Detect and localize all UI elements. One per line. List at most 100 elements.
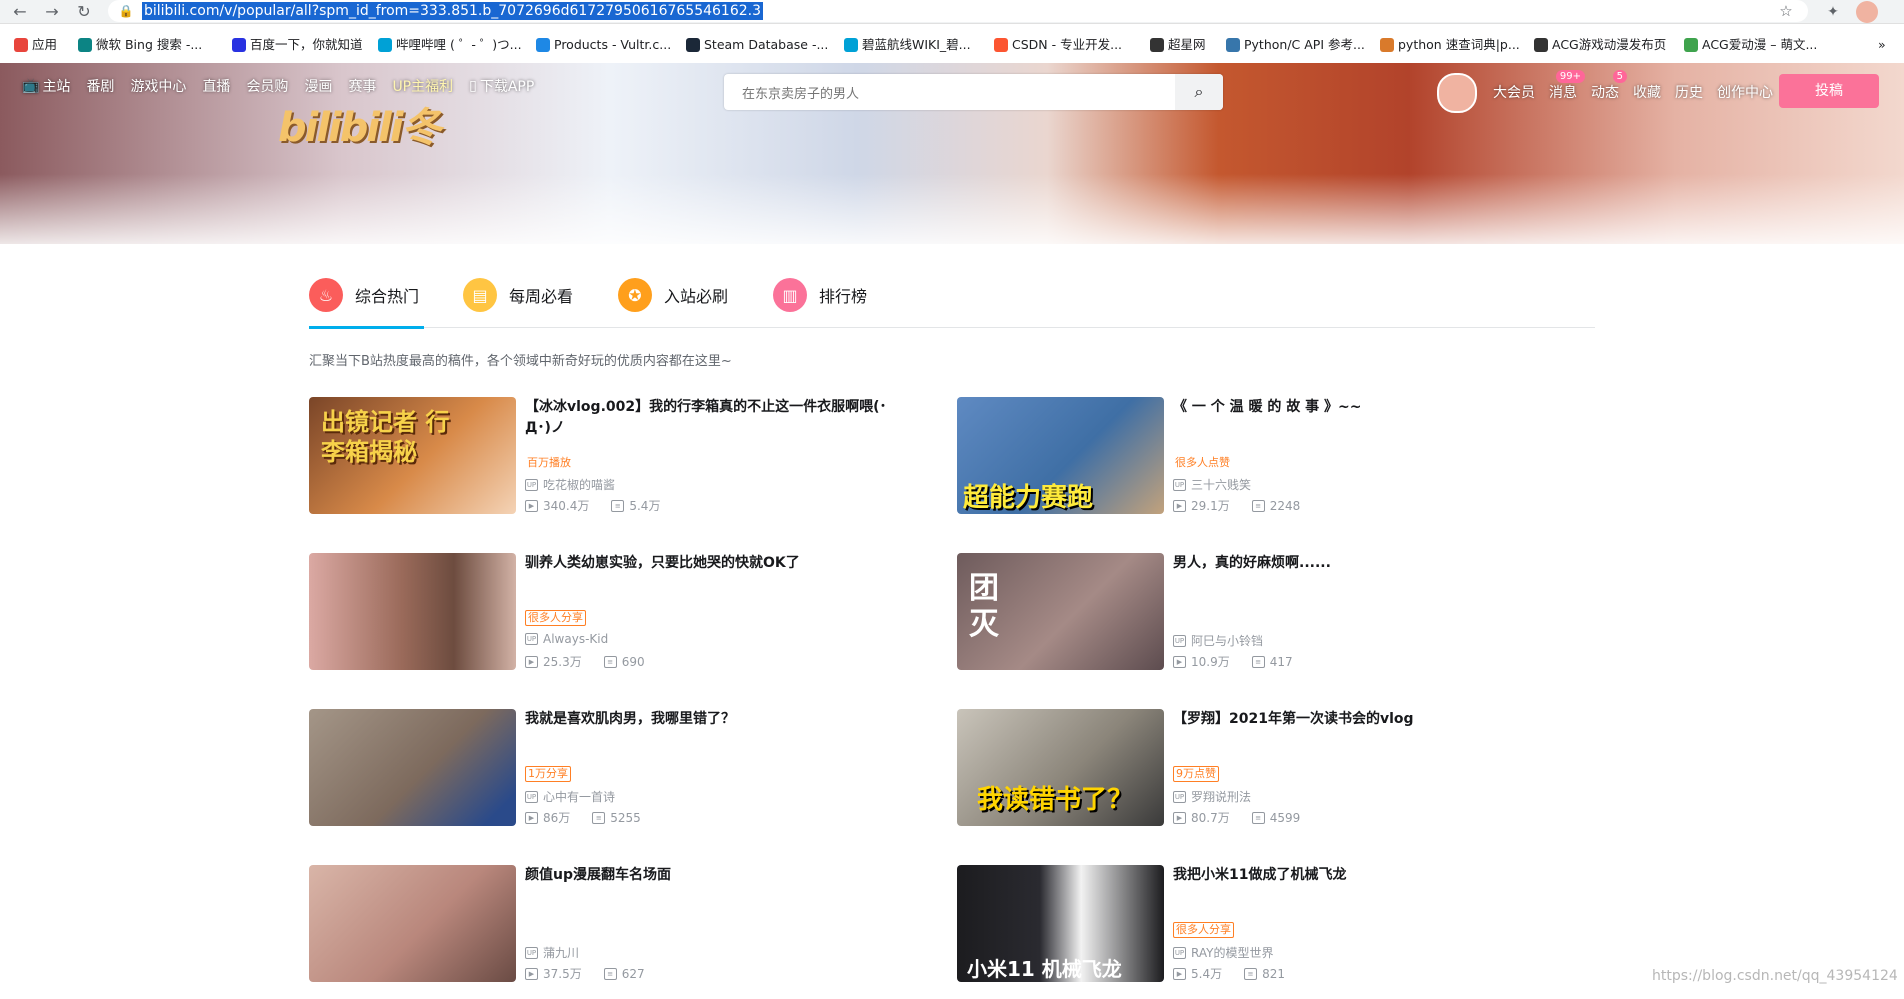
- bookmarks-overflow-icon[interactable]: »: [1878, 36, 1886, 54]
- video-uploader[interactable]: UP 心中有一首诗: [525, 788, 615, 805]
- tab-comprehensive-hot[interactable]: ♨ 综合热门: [309, 265, 419, 325]
- video-title[interactable]: 颜值up漫展翻车名场面: [525, 865, 905, 886]
- nav-anime[interactable]: 番剧: [86, 76, 114, 96]
- video-thumbnail[interactable]: 小米11 机械飞龙: [957, 865, 1164, 982]
- video-card[interactable]: 我读错书了？ 【罗翔】2021年第一次读书会的vlog 9万点赞 UP 罗翔说刑法…: [957, 709, 1577, 826]
- video-thumbnail[interactable]: [309, 865, 516, 982]
- video-uploader[interactable]: UP Always-Kid: [525, 632, 608, 646]
- video-card[interactable]: 超能力赛跑 《 一 个 温 暖 的 故 事 》~~ 很多人点赞 UP 三十六贱笑 …: [957, 397, 1577, 514]
- nav-creator-center[interactable]: 创作中心: [1717, 82, 1773, 102]
- bookmark-python-dict[interactable]: python 速查词典|p...: [1380, 36, 1520, 54]
- video-card[interactable]: 团灭 男人，真的好麻烦啊...... UP 阿巳与小铃铛 ▶ 10.9万 ≡ 417: [957, 553, 1577, 670]
- up-icon: UP: [1173, 790, 1186, 803]
- bookmark-steamdb[interactable]: Steam Database -...: [686, 36, 828, 54]
- video-title[interactable]: 【罗翔】2021年第一次读书会的vlog: [1173, 709, 1553, 730]
- address-bar[interactable]: 🔒 bilibili.com/v/popular/all?spm_id_from…: [108, 0, 1808, 22]
- tab-weekly[interactable]: ▤ 每周必看: [463, 265, 573, 325]
- nav-vip[interactable]: 大会员: [1493, 82, 1535, 102]
- video-card[interactable]: 小米11 机械飞龙 我把小米11做成了机械飞龙 很多人分享 UP RAY的模型世界…: [957, 865, 1577, 982]
- forward-icon[interactable]: →: [42, 2, 62, 22]
- bookmark-chaoxing[interactable]: 超星网: [1150, 36, 1206, 54]
- nav-download-app[interactable]: ▯ 下载APP: [469, 76, 534, 96]
- video-uploader[interactable]: UP 吃花椒的喵酱: [525, 476, 615, 493]
- video-title[interactable]: 【冰冰vlog.002】我的行李箱真的不止这一件衣服啊喂(･Д･)ノ: [525, 397, 905, 439]
- tab-must-watch[interactable]: ✪ 入站必刷: [618, 265, 728, 325]
- video-card[interactable]: 颜值up漫展翻车名场面 UP 蒲九川 ▶ 37.5万 ≡ 627: [309, 865, 929, 982]
- bing-icon: [78, 38, 92, 52]
- nav-live[interactable]: 直播: [202, 76, 230, 96]
- video-thumbnail[interactable]: 我读错书了？: [957, 709, 1164, 826]
- video-title[interactable]: 驯养人类幼崽实验，只要比她哭的快就OK了: [525, 553, 905, 574]
- nav-manga[interactable]: 漫画: [304, 76, 332, 96]
- bookmark-star-icon[interactable]: ☆: [1776, 1, 1796, 21]
- video-uploader[interactable]: UP RAY的模型世界: [1173, 944, 1273, 961]
- danmaku-icon: ≡: [1251, 655, 1265, 668]
- video-tag: 很多人分享: [525, 610, 586, 626]
- video-title[interactable]: 我把小米11做成了机械飞龙: [1173, 865, 1553, 886]
- nav-dynamics[interactable]: 动态 5: [1591, 70, 1627, 102]
- bookmark-acg-love[interactable]: ACG爱动漫 – 萌文...: [1684, 36, 1817, 54]
- video-uploader[interactable]: UP 蒲九川: [525, 944, 579, 961]
- danmaku-icon: ≡: [603, 655, 617, 668]
- video-title[interactable]: 《 一 个 温 暖 的 故 事 》~~: [1173, 397, 1553, 418]
- bookmark-vultr[interactable]: Products - Vultr.c...: [536, 36, 671, 54]
- lock-icon[interactable]: 🔒: [118, 3, 134, 19]
- video-card[interactable]: 驯养人类幼崽实验，只要比她哭的快就OK了 很多人分享 UP Always-Kid …: [309, 553, 929, 670]
- nav-favorites[interactable]: 收藏: [1633, 82, 1661, 102]
- nav-up-benefits[interactable]: UP主福利: [392, 76, 453, 96]
- video-stats: ▶ 10.9万 ≡ 417: [1173, 653, 1293, 670]
- tab-ranking[interactable]: ▥ 排行榜: [773, 265, 867, 325]
- csdn-watermark: https://blog.csdn.net/qq_43954124: [1652, 968, 1898, 984]
- video-thumbnail[interactable]: [309, 709, 516, 826]
- medal-icon: ✪: [618, 278, 652, 312]
- profile-avatar[interactable]: [1856, 1, 1878, 23]
- video-stats: ▶ 340.4万 ≡ 5.4万: [525, 497, 660, 514]
- video-thumbnail[interactable]: 团灭: [957, 553, 1164, 670]
- nav-games[interactable]: 游戏中心: [130, 76, 186, 96]
- nav-main[interactable]: 📺 主站: [22, 76, 70, 96]
- nav-history[interactable]: 历史: [1675, 82, 1703, 102]
- bookmark-csdn[interactable]: CSDN - 专业开发...: [994, 36, 1122, 54]
- phone-icon: ▯: [469, 78, 477, 94]
- nav-mall[interactable]: 会员购: [246, 76, 288, 96]
- video-uploader[interactable]: UP 三十六贱笑: [1173, 476, 1251, 493]
- search-box: ⌕: [724, 74, 1223, 112]
- bookmark-azurlane-wiki[interactable]: 碧蓝航线WIKI_碧...: [844, 36, 971, 54]
- video-card[interactable]: 出镜记者 行李箱揭秘 【冰冰vlog.002】我的行李箱真的不止这一件衣服啊喂(…: [309, 397, 929, 514]
- bookmark-python-capi[interactable]: Python/C API 参考...: [1226, 36, 1365, 54]
- search-input[interactable]: [740, 74, 1184, 112]
- back-icon[interactable]: ←: [10, 2, 30, 22]
- url-text[interactable]: bilibili.com/v/popular/all?spm_id_from=3…: [142, 2, 763, 20]
- bookmark-bing[interactable]: 微软 Bing 搜索 -...: [78, 36, 202, 54]
- video-thumbnail[interactable]: [309, 553, 516, 670]
- browser-toolbar: ← → ↻ 🔒 bilibili.com/v/popular/all?spm_i…: [0, 0, 1904, 24]
- video-card[interactable]: 我就是喜欢肌肉男，我哪里错了？ 1万分享 UP 心中有一首诗 ▶ 86万 ≡ 5255: [309, 709, 929, 826]
- acg-love-icon: [1684, 38, 1698, 52]
- video-thumbnail[interactable]: 出镜记者 行李箱揭秘: [309, 397, 516, 514]
- ranking-icon: ▥: [773, 278, 807, 312]
- up-icon: UP: [1173, 634, 1186, 647]
- python-dict-icon: [1380, 38, 1394, 52]
- bookmark-bilibili[interactable]: 哔哩哔哩 ( ゜- ゜)つ...: [378, 36, 522, 54]
- user-avatar[interactable]: [1437, 73, 1477, 113]
- nav-esports[interactable]: 赛事: [348, 76, 376, 96]
- bookmark-apps[interactable]: 应用: [14, 36, 57, 54]
- video-stats: ▶ 37.5万 ≡ 627: [525, 965, 645, 982]
- video-title[interactable]: 我就是喜欢肌肉男，我哪里错了？: [525, 709, 905, 730]
- search-icon: ⌕: [1194, 82, 1204, 101]
- reload-icon[interactable]: ↻: [74, 2, 94, 22]
- bookmark-acg-release[interactable]: ACG游戏动漫发布页: [1534, 36, 1666, 54]
- video-title[interactable]: 男人，真的好麻烦啊......: [1173, 553, 1553, 574]
- search-button[interactable]: ⌕: [1175, 74, 1223, 110]
- dynamics-count-badge: 5: [1612, 70, 1627, 83]
- play-icon: ▶: [1173, 655, 1186, 668]
- upload-button[interactable]: 投稿: [1779, 74, 1879, 108]
- bilibili-logo[interactable]: bilibili冬: [278, 95, 442, 153]
- video-thumbnail[interactable]: 超能力赛跑: [957, 397, 1164, 514]
- steamdb-icon: [686, 38, 700, 52]
- video-uploader[interactable]: UP 罗翔说刑法: [1173, 788, 1251, 805]
- nav-messages[interactable]: 消息 99+: [1549, 70, 1585, 102]
- bookmark-baidu[interactable]: 百度一下，你就知道: [232, 36, 363, 54]
- extensions-icon[interactable]: ✦: [1822, 1, 1844, 23]
- video-uploader[interactable]: UP 阿巳与小铃铛: [1173, 632, 1263, 649]
